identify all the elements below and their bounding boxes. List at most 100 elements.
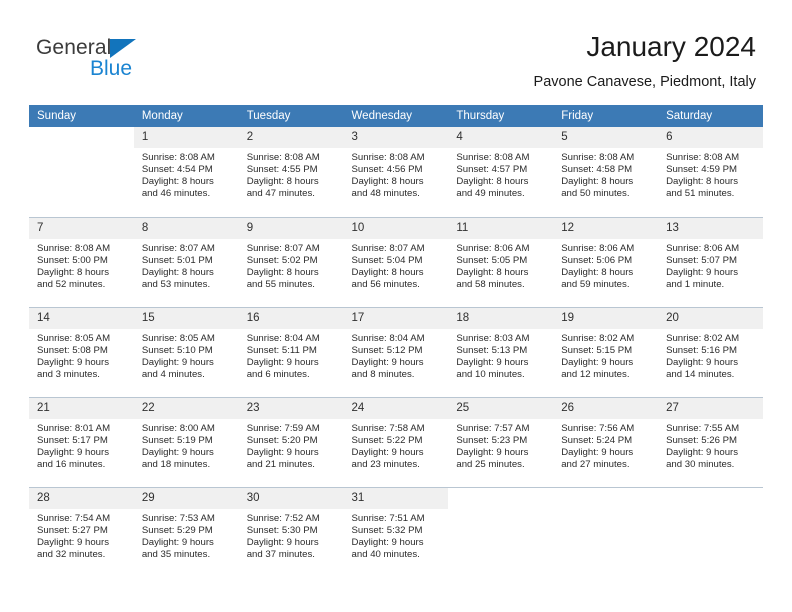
calendar-day-cell[interactable]: 21 Sunrise: 8:01 AM Sunset: 5:17 PM Dayligh…	[29, 396, 134, 487]
calendar-day-cell[interactable]: 15 Sunrise: 8:05 AM Sunset: 5:10 PM Dayligh…	[133, 306, 239, 397]
sunset-text: Sunset: 5:06 PM	[561, 254, 633, 266]
sunrise-text: Sunrise: 8:07 AM	[141, 242, 215, 254]
day-number	[553, 487, 659, 509]
calendar-day-cell[interactable]: 18 Sunrise: 8:03 AM Sunset: 5:13 PM Dayligh…	[448, 306, 554, 397]
calendar-day-cell[interactable]: 3 Sunrise: 8:08 AM Sunset: 4:56 PM Daylight…	[343, 127, 449, 217]
calendar-day-cell[interactable]: 5 Sunrise: 8:08 AM Sunset: 4:58 PM Daylight…	[553, 127, 659, 217]
calendar-day-cell[interactable]: 17 Sunrise: 8:04 AM Sunset: 5:12 PM Dayligh…	[343, 306, 449, 397]
calendar-day-cell[interactable]: 30 Sunrise: 7:52 AM Sunset: 5:30 PM Dayligh…	[238, 486, 344, 577]
daylight-text-line1: Daylight: 9 hours	[37, 536, 109, 548]
day-details: Sunrise: 7:54 AM Sunset: 5:27 PM Daylight:…	[29, 509, 134, 561]
day-details: Sunrise: 8:08 AM Sunset: 5:00 PM Daylight:…	[29, 239, 134, 291]
calendar-day-cell[interactable]: 1 Sunrise: 8:08 AM Sunset: 4:54 PM Daylight…	[133, 127, 239, 217]
calendar-week-row: 1 Sunrise: 8:08 AM Sunset: 4:54 PM Daylight…	[29, 127, 763, 217]
sunset-text: Sunset: 4:57 PM	[456, 164, 528, 176]
daylight-text-line1: Daylight: 9 hours	[246, 536, 319, 548]
day-number: 5	[553, 127, 659, 148]
calendar-week-row: 7 Sunrise: 8:08 AM Sunset: 5:00 PM Daylight…	[29, 216, 763, 307]
day-details: Sunrise: 8:07 AM Sunset: 5:02 PM Daylight:…	[239, 239, 344, 291]
page-header: General Blue January 2024 Pavone Canaves…	[0, 0, 792, 100]
day-details: Sunrise: 8:08 AM Sunset: 4:56 PM Daylight:…	[344, 148, 449, 200]
calendar-day-cell[interactable]: 13 Sunrise: 8:06 AM Sunset: 5:07 PM Dayligh…	[658, 216, 763, 307]
day-number: 24	[343, 397, 449, 419]
calendar-page: General Blue January 2024 Pavone Canaves…	[0, 0, 792, 612]
daylight-text-line1: Daylight: 8 hours	[456, 266, 529, 278]
day-number: 17	[343, 307, 449, 329]
calendar-day-cell[interactable]: 11 Sunrise: 8:06 AM Sunset: 5:05 PM Dayligh…	[448, 216, 554, 307]
daylight-text-line1: Daylight: 9 hours	[351, 356, 424, 368]
daylight-text-line2: and 23 minutes.	[351, 458, 420, 470]
daylight-text-line1: Daylight: 9 hours	[666, 446, 739, 458]
calendar-week-row: 14 Sunrise: 8:05 AM Sunset: 5:08 PM Dayligh…	[29, 306, 763, 397]
calendar-day-cell[interactable]: 6 Sunrise: 8:08 AM Sunset: 4:59 PM Daylight…	[658, 127, 763, 217]
sunset-text: Sunset: 5:13 PM	[456, 344, 528, 356]
sunset-text: Sunset: 4:56 PM	[351, 164, 423, 176]
sunrise-text: Sunrise: 8:01 AM	[37, 422, 111, 434]
daylight-text-line1: Daylight: 8 hours	[351, 266, 424, 278]
day-number: 26	[553, 397, 659, 419]
sunset-text: Sunset: 5:16 PM	[666, 344, 737, 356]
sunset-text: Sunset: 5:07 PM	[666, 254, 737, 266]
day-number: 31	[343, 487, 449, 509]
calendar-day-cell[interactable]: 29 Sunrise: 7:53 AM Sunset: 5:29 PM Dayligh…	[133, 486, 239, 577]
calendar-week-row: 21 Sunrise: 8:01 AM Sunset: 5:17 PM Dayligh…	[29, 396, 763, 487]
sunrise-text: Sunrise: 7:59 AM	[246, 422, 320, 434]
daylight-text-line1: Daylight: 8 hours	[141, 176, 214, 188]
daylight-text-line2: and 12 minutes.	[561, 368, 630, 380]
sunrise-text: Sunrise: 7:53 AM	[141, 512, 215, 524]
daylight-text-line1: Daylight: 8 hours	[561, 266, 634, 278]
sunrise-text: Sunrise: 8:08 AM	[246, 152, 320, 163]
sunrise-text: Sunrise: 8:08 AM	[666, 152, 740, 163]
day-number: 9	[238, 217, 344, 239]
sunset-text: Sunset: 5:15 PM	[561, 344, 633, 356]
day-number: 19	[553, 307, 659, 329]
day-details: Sunrise: 8:02 AM Sunset: 5:16 PM Daylight:…	[658, 329, 763, 381]
sunset-text: Sunset: 5:02 PM	[246, 254, 318, 266]
day-number: 28	[29, 487, 134, 509]
sunset-text: Sunset: 5:29 PM	[141, 524, 213, 536]
calendar-day-cell[interactable]: 25 Sunrise: 7:57 AM Sunset: 5:23 PM Dayligh…	[448, 396, 554, 487]
day-number	[448, 487, 554, 509]
calendar-day-cell[interactable]: 20 Sunrise: 8:02 AM Sunset: 5:16 PM Dayligh…	[658, 306, 763, 397]
calendar-day-cell[interactable]: 19 Sunrise: 8:02 AM Sunset: 5:15 PM Dayligh…	[553, 306, 659, 397]
calendar-day-cell[interactable]: 14 Sunrise: 8:05 AM Sunset: 5:08 PM Dayligh…	[29, 306, 134, 397]
day-number: 16	[238, 307, 344, 329]
brand-logo[interactable]: General Blue	[36, 36, 236, 86]
calendar-day-cell[interactable]: 26 Sunrise: 7:56 AM Sunset: 5:24 PM Dayligh…	[553, 396, 659, 487]
calendar-day-cell[interactable]: 9 Sunrise: 8:07 AM Sunset: 5:02 PM Daylight…	[238, 216, 344, 307]
daylight-text-line2: and 40 minutes.	[351, 548, 420, 560]
calendar-day-cell[interactable]: 23 Sunrise: 7:59 AM Sunset: 5:20 PM Dayligh…	[238, 396, 344, 487]
daylight-text-line1: Daylight: 9 hours	[141, 536, 214, 548]
calendar-day-cell[interactable]: 24 Sunrise: 7:58 AM Sunset: 5:22 PM Dayligh…	[343, 396, 449, 487]
calendar-day-cell[interactable]: 4 Sunrise: 8:08 AM Sunset: 4:57 PM Daylight…	[448, 127, 554, 217]
calendar-day-cell[interactable]: 16 Sunrise: 8:04 AM Sunset: 5:11 PM Dayligh…	[238, 306, 344, 397]
sunrise-text: Sunrise: 8:03 AM	[456, 332, 530, 344]
day-number: 1	[133, 127, 239, 148]
brand-name-blue: Blue	[90, 57, 133, 80]
weekday-header-thursday: Thursday	[448, 105, 554, 127]
calendar-day-cell[interactable]: 22 Sunrise: 8:00 AM Sunset: 5:19 PM Dayligh…	[133, 396, 239, 487]
calendar-day-cell[interactable]: 31 Sunrise: 7:51 AM Sunset: 5:32 PM Dayligh…	[343, 486, 449, 577]
sunset-text: Sunset: 5:01 PM	[141, 254, 213, 266]
calendar-day-cell[interactable]: 10 Sunrise: 8:07 AM Sunset: 5:04 PM Dayligh…	[343, 216, 449, 307]
daylight-text-line2: and 53 minutes.	[141, 278, 211, 290]
daylight-text-line1: Daylight: 9 hours	[141, 446, 214, 458]
day-number: 11	[448, 217, 554, 239]
calendar-day-cell[interactable]: 7 Sunrise: 8:08 AM Sunset: 5:00 PM Daylight…	[29, 216, 134, 307]
day-details: Sunrise: 8:05 AM Sunset: 5:10 PM Daylight:…	[134, 329, 239, 381]
day-details: Sunrise: 8:08 AM Sunset: 4:54 PM Daylight:…	[134, 148, 239, 200]
daylight-text-line1: Daylight: 8 hours	[246, 176, 319, 188]
calendar-day-cell[interactable]: 27 Sunrise: 7:55 AM Sunset: 5:26 PM Dayligh…	[658, 396, 763, 487]
calendar-day-cell[interactable]: 28 Sunrise: 7:54 AM Sunset: 5:27 PM Dayligh…	[29, 486, 134, 577]
sunrise-text: Sunrise: 8:08 AM	[37, 242, 111, 254]
day-details: Sunrise: 8:04 AM Sunset: 5:11 PM Daylight:…	[239, 329, 344, 381]
sunset-text: Sunset: 4:59 PM	[666, 164, 737, 176]
sunrise-text: Sunrise: 8:06 AM	[456, 242, 530, 254]
calendar-day-cell[interactable]: 2 Sunrise: 8:08 AM Sunset: 4:55 PM Daylight…	[238, 127, 344, 217]
calendar-day-cell[interactable]: 12 Sunrise: 8:06 AM Sunset: 5:06 PM Dayligh…	[553, 216, 659, 307]
daylight-text-line2: and 4 minutes.	[141, 368, 205, 380]
daylight-text-line2: and 16 minutes.	[37, 458, 106, 470]
calendar-day-cell[interactable]: 8 Sunrise: 8:07 AM Sunset: 5:01 PM Daylight…	[133, 216, 239, 307]
day-number: 8	[133, 217, 239, 239]
sunrise-text: Sunrise: 8:08 AM	[351, 152, 425, 163]
